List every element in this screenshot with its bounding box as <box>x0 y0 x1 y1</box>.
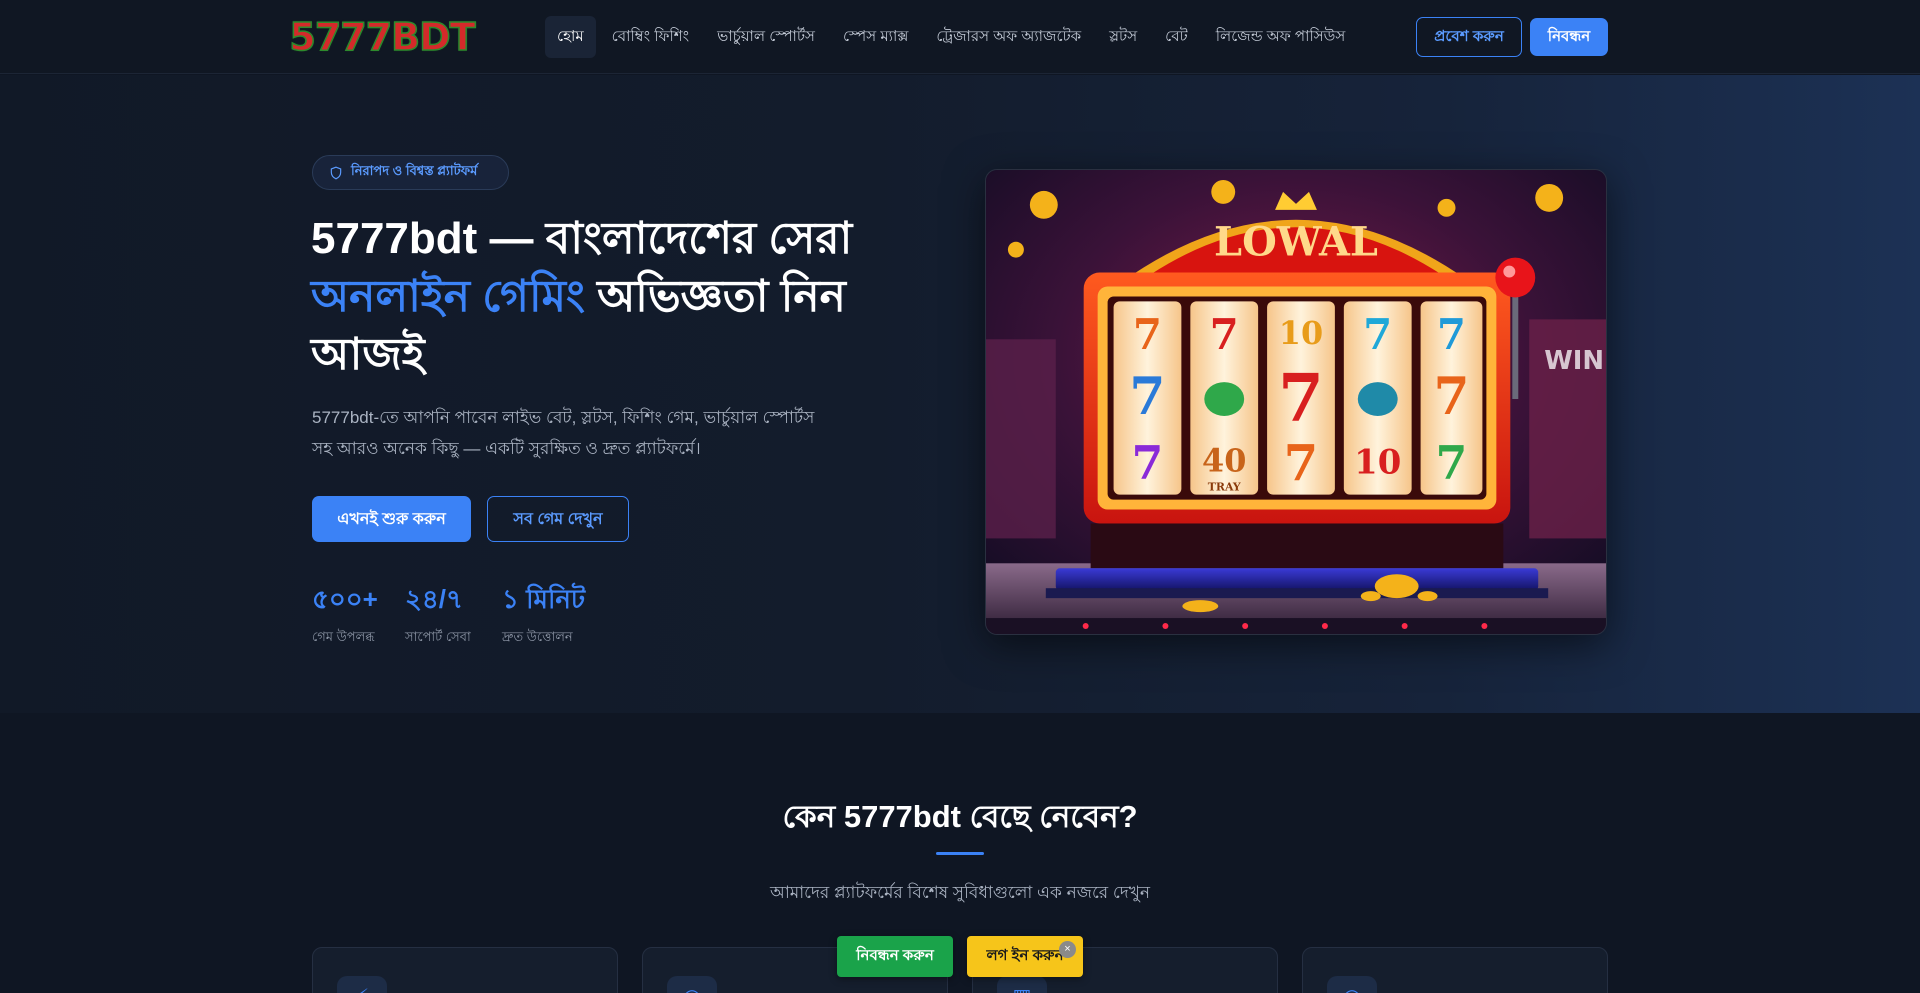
reel-symbol: 10 <box>1279 314 1323 352</box>
site-logo[interactable]: 5777BDT <box>289 14 477 60</box>
nav-item-bombing-fishing[interactable]: বোম্বিং ফিশিং <box>600 16 701 58</box>
hero-title-accent: অনলাইন গেমিং <box>311 272 585 321</box>
why-section-title: কেন 5777bdt বেছে নেবেন? <box>782 799 1138 834</box>
reel-symbol: 7 <box>1210 310 1239 359</box>
headset-icon: ◎ <box>1327 976 1377 993</box>
hero-slot-machine-image: WIN LOWAL 7 7 10 7 7 7 7 7 7 40 TRAY 7 1… <box>985 169 1607 635</box>
stat-withdraw: ১ মিনিট দ্রুত উত্তোলন <box>502 582 585 649</box>
hero-description: 5777bdt-তে আপনি পাবেন লাইভ বেট, স্লটস, ফ… <box>312 408 815 458</box>
reel-symbol: 7 <box>1278 359 1324 437</box>
reel-tray-text: TRAY <box>1208 481 1241 494</box>
stat-label: সাপোর্ট সেবা <box>405 629 471 644</box>
reel-symbol: 7 <box>1133 310 1162 359</box>
feature-card: ◎ <box>1302 947 1608 993</box>
reel-symbol: 7 <box>1363 310 1392 359</box>
nav-item-space-max[interactable]: স্পেস ম্যাক্স <box>831 16 920 58</box>
reel-symbol: 7 <box>1132 436 1164 490</box>
register-button[interactable]: নিবন্ধন <box>1530 18 1608 56</box>
all-games-button[interactable]: সব গেম দেখুন <box>487 496 629 542</box>
reel-symbol: 7 <box>1284 434 1319 493</box>
reel-symbol: 7 <box>1129 366 1165 427</box>
start-now-button[interactable]: এখনই শুরু করুন <box>312 496 471 542</box>
login-button[interactable]: প্রবেশ করুন <box>1416 17 1522 57</box>
side-win-text: WIN <box>1544 346 1604 376</box>
gamepad-icon: ▦ <box>997 976 1047 993</box>
stat-label: গেম উপলব্ধ <box>312 629 375 644</box>
reel-symbol: 40 <box>1202 442 1246 480</box>
feature-card: ⚡ <box>312 947 618 993</box>
stat-value: ২৪/৭ <box>405 584 463 614</box>
reel-symbol: 7 <box>1433 366 1469 427</box>
hero-title: 5777bdt — বাংলাদেশের সেরা অনলাইন গেমিং অ… <box>311 210 911 384</box>
hero-section <box>0 75 1920 713</box>
floating-register-button[interactable]: নিবন্ধন করুন <box>837 936 953 977</box>
shield-check-icon: ◉ <box>667 976 717 993</box>
nav-item-home[interactable]: হোম <box>545 16 596 58</box>
reel-symbol: 10 <box>1354 442 1401 482</box>
nav-item-legend-perseus[interactable]: লিজেন্ড অফ পাসিউস <box>1204 16 1358 58</box>
hero-title-part1: 5777bdt — বাংলাদেশের সেরা <box>311 214 853 263</box>
trust-badge-label: নিরাপদ ও বিশ্বস্ত প্ল্যাটফর্ম <box>351 163 478 178</box>
nav-item-treasures-aztec[interactable]: ট্রেজারস অফ অ্যাজটেক <box>924 16 1093 58</box>
stat-value: ৫০০+ <box>312 584 378 614</box>
site-header: 5777BDT হোম বোম্বিং ফিশিং ভার্চুয়াল স্প… <box>0 0 1920 74</box>
shield-icon <box>330 166 342 179</box>
stat-value: ১ মিনিট <box>502 584 586 614</box>
slot-machine-illustration: WIN LOWAL 7 7 10 7 7 7 7 7 7 40 TRAY 7 1… <box>986 170 1606 634</box>
nav-item-slots[interactable]: স্লটস <box>1097 16 1149 58</box>
why-section-subtitle: আমাদের প্ল্যাটফর্মের বিশেষ সুবিধাগুলো এক… <box>769 883 1151 902</box>
nav-item-virtual-sports[interactable]: ভার্চুয়াল স্পোর্টস <box>705 16 827 58</box>
main-nav: হোম বোম্বিং ফিশিং ভার্চুয়াল স্পোর্টস স্… <box>545 16 1361 58</box>
nav-item-bet[interactable]: বেট <box>1153 16 1200 58</box>
lightning-icon: ⚡ <box>337 976 387 993</box>
reel-symbol: 7 <box>1437 310 1466 359</box>
stat-support: ২৪/৭ সাপোর্ট সেবা <box>405 582 471 649</box>
trust-badge: নিরাপদ ও বিশ্বস্ত প্ল্যাটফর্ম <box>312 155 509 190</box>
machine-sign-text: LOWAL <box>1214 220 1378 266</box>
close-icon[interactable]: × <box>1059 941 1076 958</box>
reel-symbol: 7 <box>1436 436 1468 490</box>
stat-label: দ্রুত উত্তোলন <box>502 629 573 644</box>
stat-games: ৫০০+ গেম উপলব্ধ <box>312 582 378 649</box>
title-underline <box>936 852 984 855</box>
